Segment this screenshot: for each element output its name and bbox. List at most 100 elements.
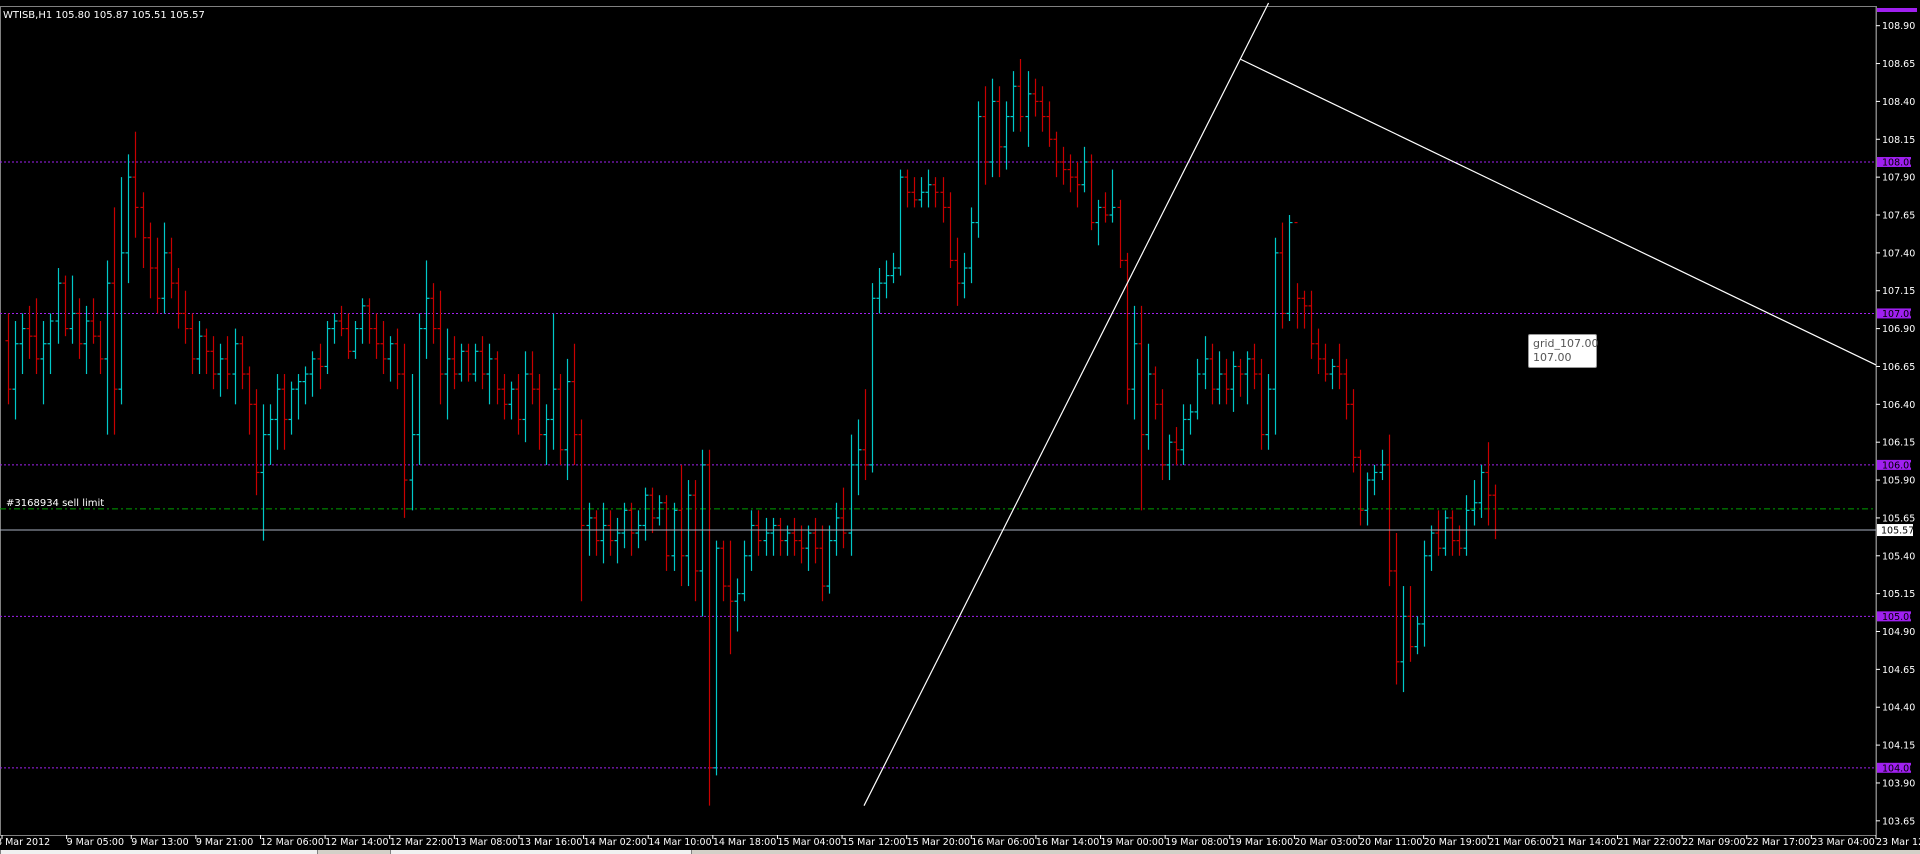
ohlc-bar bbox=[1371, 464, 1378, 496]
chart-window[interactable]: 108.90 108.65 108.40 108.15 107.90 107.65 107.… bbox=[0, 0, 1920, 854]
ohlc-bar bbox=[1471, 480, 1478, 526]
ohlc-bar bbox=[1350, 389, 1357, 473]
price-tick-label: 107.40 bbox=[1882, 248, 1915, 259]
time-tick-label: 20 Mar 03:00 bbox=[1294, 837, 1357, 848]
ohlc-bar bbox=[260, 404, 267, 541]
price-tick-label: 106.15 bbox=[1882, 438, 1915, 449]
ohlc-bar bbox=[253, 389, 260, 496]
ohlc-bar bbox=[536, 374, 543, 450]
ohlc-bar bbox=[996, 86, 1003, 178]
ohlc-bar bbox=[295, 374, 302, 420]
ohlc-bar bbox=[685, 480, 692, 587]
price-tick-label: 108.15 bbox=[1882, 135, 1915, 146]
ohlc-bar bbox=[961, 252, 968, 299]
time-tick-label: 23 Mar 04:00 bbox=[1811, 837, 1874, 848]
price-chart[interactable]: 108.90 108.65 108.40 108.15 107.90 107.65 107.… bbox=[0, 0, 1920, 854]
price-tick-label: 105.15 bbox=[1882, 589, 1915, 600]
price-tick-label: 106.90 bbox=[1882, 324, 1915, 335]
ohlc-bar bbox=[1414, 616, 1421, 655]
ohlc-bar bbox=[649, 487, 656, 534]
ohlc-bar bbox=[1152, 366, 1159, 420]
ohlc-bar bbox=[217, 343, 224, 397]
ohlc-bar bbox=[1109, 169, 1116, 223]
ohlc-bar bbox=[154, 237, 161, 314]
time-tick-label: 14 Mar 18:00 bbox=[713, 837, 776, 848]
ohlc-bar bbox=[741, 540, 748, 602]
ohlc-bar bbox=[33, 298, 40, 375]
ohlc-bar bbox=[387, 336, 394, 382]
ohlc-bar bbox=[1428, 525, 1435, 571]
price-tick-label: 105.40 bbox=[1882, 551, 1915, 562]
ohlc-bar bbox=[918, 177, 925, 208]
order-label: #3168934 sell limit bbox=[6, 498, 105, 509]
ohlc-bar bbox=[663, 495, 670, 571]
ohlc-bar bbox=[1194, 358, 1201, 420]
current-price-label: 105.57 bbox=[1881, 526, 1914, 537]
ohlc-bar bbox=[1322, 343, 1329, 382]
ohlc-bar bbox=[472, 343, 479, 382]
ohlc-bar bbox=[1202, 336, 1209, 390]
ohlc-bar bbox=[1442, 510, 1449, 556]
trend-line bbox=[1239, 58, 1877, 366]
ohlc-bar bbox=[1138, 305, 1145, 511]
ohlc-bar bbox=[1010, 71, 1017, 132]
ohlc-bar bbox=[1060, 146, 1067, 185]
ohlc-bar bbox=[671, 502, 678, 571]
grid-price-label: 107.00 bbox=[1882, 309, 1915, 320]
ohlc-bar bbox=[401, 343, 408, 518]
ohlc-bar bbox=[947, 192, 954, 269]
time-tick-label: 21 Mar 14:00 bbox=[1553, 837, 1616, 848]
ohlc-bar bbox=[437, 290, 444, 405]
ohlc-bar bbox=[1067, 154, 1074, 193]
ohlc-bar bbox=[1131, 305, 1138, 420]
ohlc-bar bbox=[932, 177, 939, 208]
ohlc-bar bbox=[1230, 351, 1237, 412]
ohlc-bar bbox=[196, 321, 203, 375]
ohlc-bar bbox=[147, 222, 154, 299]
time-tick-label: 9 Mar 13:00 bbox=[131, 837, 188, 848]
ohlc-bar bbox=[713, 540, 720, 776]
ohlc-bar bbox=[394, 328, 401, 390]
ohlc-bar bbox=[720, 540, 727, 602]
ohlc-bar bbox=[586, 502, 593, 556]
ohlc-bar bbox=[317, 343, 324, 390]
ohlc-bar bbox=[940, 177, 947, 223]
grid-price-label: 105.00 bbox=[1882, 612, 1915, 623]
ohlc-bar bbox=[607, 510, 614, 556]
ohlc-bar bbox=[578, 419, 585, 602]
trend-line bbox=[863, 2, 1270, 806]
ohlc-bar bbox=[1102, 192, 1109, 223]
price-tick-label: 104.15 bbox=[1882, 741, 1915, 752]
chart-tab[interactable] bbox=[390, 850, 692, 854]
price-tick-label: 107.15 bbox=[1882, 286, 1915, 297]
price-tick-label: 105.90 bbox=[1882, 476, 1915, 487]
ohlc-bar bbox=[161, 222, 168, 314]
time-tick-label: 16 Mar 06:00 bbox=[971, 837, 1034, 848]
ohlc-bar bbox=[338, 305, 345, 337]
grid-line-tooltip: grid_107.00 107.00 bbox=[1528, 334, 1599, 368]
ohlc-bar bbox=[1364, 472, 1371, 526]
ohlc-bar bbox=[1286, 215, 1293, 322]
ohlc-bar bbox=[1223, 358, 1230, 405]
ohlc-bar bbox=[451, 336, 458, 390]
ohlc-bar bbox=[600, 502, 607, 564]
ohlc-bar bbox=[1301, 290, 1308, 329]
ohlc-bar bbox=[798, 525, 805, 564]
chart-tab[interactable] bbox=[0, 850, 318, 854]
price-tick-label: 104.65 bbox=[1882, 665, 1915, 676]
ohlc-bar bbox=[331, 313, 338, 344]
ohlc-bar bbox=[69, 275, 76, 344]
ohlc-bar bbox=[734, 578, 741, 632]
ohlc-bar bbox=[819, 525, 826, 602]
ohlc-bar bbox=[777, 517, 784, 556]
symbol-info: WTISB,H1 105.80 105.87 105.51 105.57 bbox=[3, 10, 205, 21]
time-tick-label: 15 Mar 12:00 bbox=[842, 837, 905, 848]
ohlc-bar bbox=[267, 404, 274, 465]
ohlc-bar bbox=[748, 510, 755, 571]
ohlc-bar bbox=[635, 510, 642, 549]
ohlc-bar bbox=[203, 328, 210, 375]
ohlc-bar bbox=[90, 298, 97, 344]
time-tick-label: 22 Mar 17:00 bbox=[1747, 837, 1810, 848]
ohlc-bar bbox=[1435, 510, 1442, 556]
time-tick-label: 21 Mar 22:00 bbox=[1618, 837, 1681, 848]
